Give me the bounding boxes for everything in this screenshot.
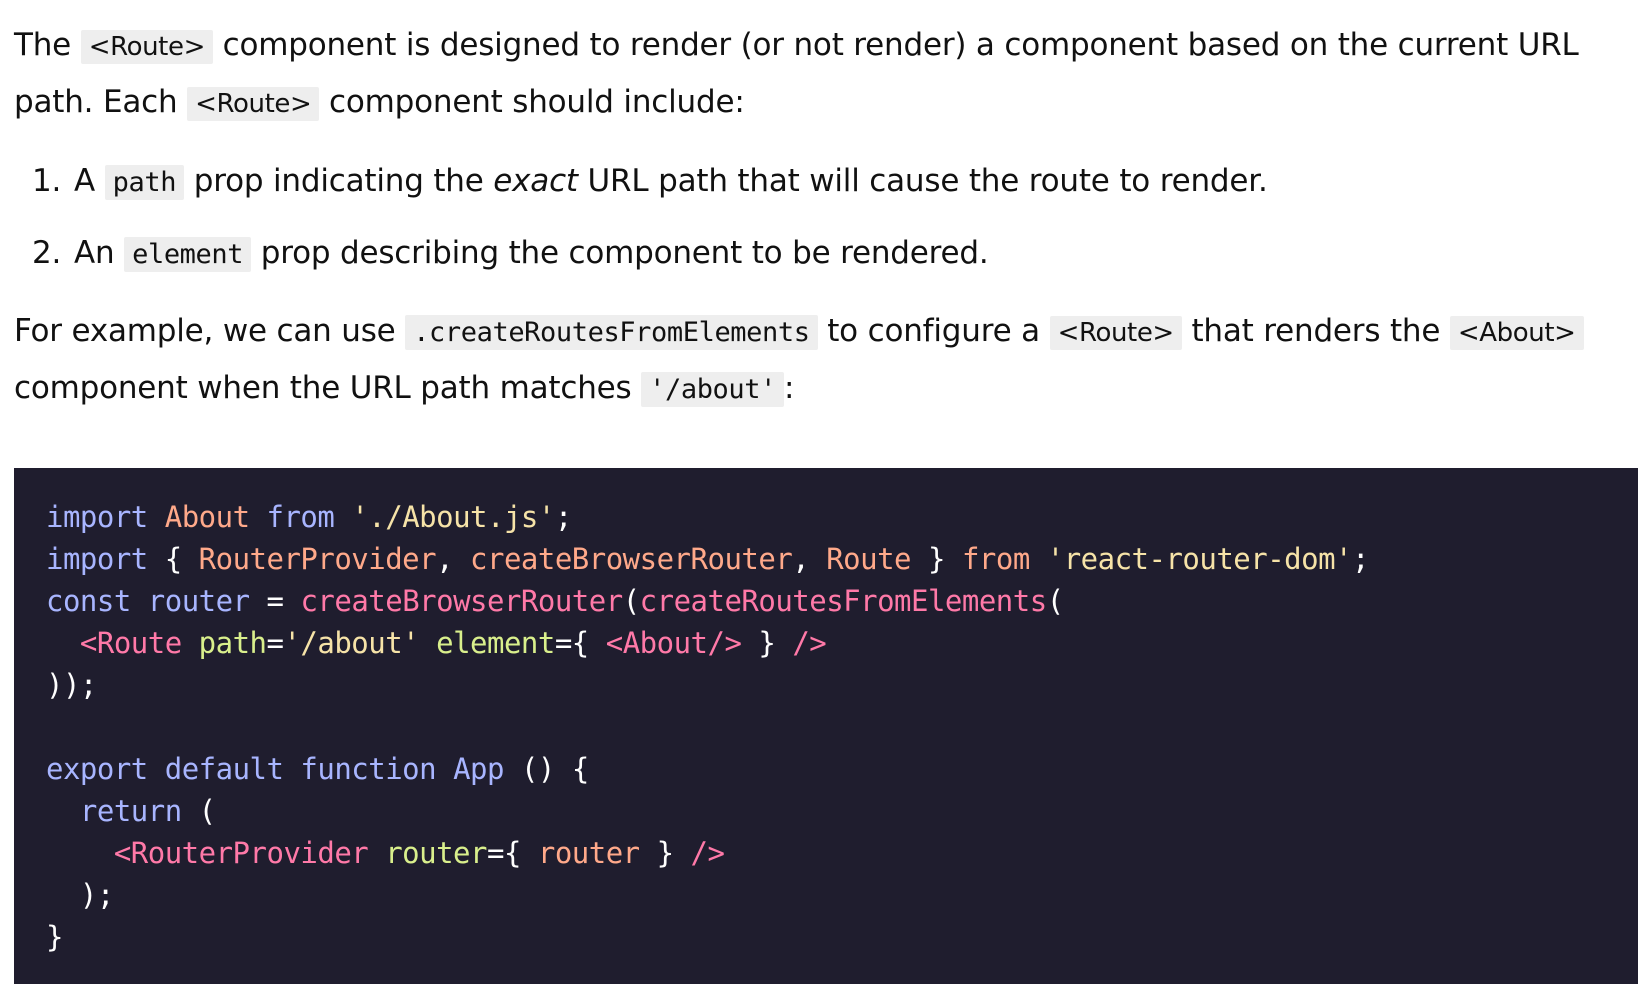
code-token: Route bbox=[826, 542, 912, 576]
code-token: import bbox=[46, 500, 148, 534]
code-token: function bbox=[300, 752, 437, 786]
requirements-list: 1. A path prop indicating the exact URL … bbox=[14, 146, 1614, 290]
code-token: export bbox=[46, 752, 148, 786]
list-item: 2. An element prop describing the compon… bbox=[14, 218, 1614, 290]
code-token: = bbox=[266, 584, 284, 618]
code-token: from bbox=[266, 500, 335, 534]
lesson-content: The <Route> component is designed to ren… bbox=[14, 18, 1614, 417]
code-token: 'react-router-dom' bbox=[1046, 542, 1353, 576]
code-token: createBrowserRouter bbox=[300, 584, 623, 618]
code-token: path bbox=[198, 626, 267, 660]
text-segment: : bbox=[783, 370, 795, 406]
inline-code-route: <Route> bbox=[1049, 316, 1182, 350]
code-token: './About.js' bbox=[351, 500, 555, 534]
inline-code-about: <About> bbox=[1449, 316, 1584, 350]
text-segment: prop describing the component to be rend… bbox=[251, 235, 989, 271]
code-token: createRoutesFromElements bbox=[639, 584, 1048, 618]
code-token: ( bbox=[622, 584, 640, 618]
code-token: , bbox=[436, 542, 454, 576]
code-block: import About from './About.js'; import {… bbox=[14, 468, 1638, 984]
code-token: ; bbox=[1352, 542, 1369, 576]
text-segment: component should include: bbox=[319, 84, 745, 120]
code-token: = bbox=[266, 626, 284, 660]
code-token: )); bbox=[46, 668, 97, 702]
text-segment: An bbox=[74, 235, 125, 271]
code-token: <About/> bbox=[605, 626, 742, 660]
text-segment: URL path that will cause the route to re… bbox=[577, 163, 1268, 199]
code-token: ( bbox=[198, 794, 216, 828]
list-text: An element prop describing the component… bbox=[74, 218, 989, 290]
text-segment: A bbox=[74, 163, 105, 199]
code-token: App bbox=[453, 752, 504, 786]
code-token: from bbox=[961, 542, 1030, 576]
emphasis: exact bbox=[493, 163, 578, 199]
list-number: 1. bbox=[32, 163, 62, 199]
code-token: import bbox=[46, 542, 148, 576]
code-token: /> bbox=[690, 836, 725, 870]
code-token: '/about' bbox=[283, 626, 420, 660]
text-segment: The bbox=[14, 27, 81, 63]
text-segment: that renders the bbox=[1181, 313, 1450, 349]
code-token: ); bbox=[79, 878, 114, 912]
code-token: router bbox=[147, 584, 250, 618]
text-segment: component when the URL path matches bbox=[14, 370, 642, 406]
list-item: 1. A path prop indicating the exact URL … bbox=[14, 146, 1614, 218]
inline-code-route: <Route> bbox=[187, 87, 320, 121]
text-segment: For example, we can use bbox=[14, 313, 406, 349]
code-token: router bbox=[385, 836, 487, 870]
code-token: { bbox=[164, 542, 182, 576]
code-token: } bbox=[928, 542, 945, 576]
text-segment: to configure a bbox=[817, 313, 1050, 349]
example-paragraph: For example, we can use .createRoutesFro… bbox=[14, 304, 1614, 417]
inline-code-route: <Route> bbox=[80, 30, 213, 64]
text-segment: prop indicating the bbox=[184, 163, 494, 199]
code-token: /> bbox=[792, 626, 827, 660]
code-token: About bbox=[164, 500, 250, 534]
code-token: } bbox=[46, 920, 63, 954]
code-token: router bbox=[537, 836, 640, 870]
code-token: <RouterProvider bbox=[113, 836, 369, 870]
code-token: const bbox=[46, 584, 131, 618]
code-token: , bbox=[792, 542, 810, 576]
inline-code-path: path bbox=[104, 165, 185, 200]
code-token: ( bbox=[1046, 584, 1064, 618]
code-token: element bbox=[436, 626, 555, 660]
code-content: import About from './About.js'; import {… bbox=[46, 496, 1638, 958]
list-number: 2. bbox=[32, 235, 62, 271]
inline-code-about-path: '/about' bbox=[641, 372, 784, 407]
code-token: return bbox=[79, 794, 182, 828]
inline-code-create-routes: .createRoutesFromElements bbox=[405, 315, 818, 350]
code-token: RouterProvider bbox=[198, 542, 437, 576]
code-token: ={ bbox=[554, 626, 589, 660]
code-token: createBrowserRouter bbox=[470, 542, 793, 576]
code-token: ={ bbox=[486, 836, 521, 870]
code-token: ; bbox=[554, 500, 572, 534]
code-token: } bbox=[758, 626, 776, 660]
inline-code-element: element bbox=[124, 237, 252, 272]
intro-paragraph: The <Route> component is designed to ren… bbox=[14, 18, 1614, 132]
code-token: default bbox=[164, 752, 284, 786]
code-token: } bbox=[656, 836, 674, 870]
list-text: A path prop indicating the exact URL pat… bbox=[74, 146, 1268, 218]
code-token: () { bbox=[520, 752, 589, 786]
code-token: <Route bbox=[79, 626, 182, 660]
